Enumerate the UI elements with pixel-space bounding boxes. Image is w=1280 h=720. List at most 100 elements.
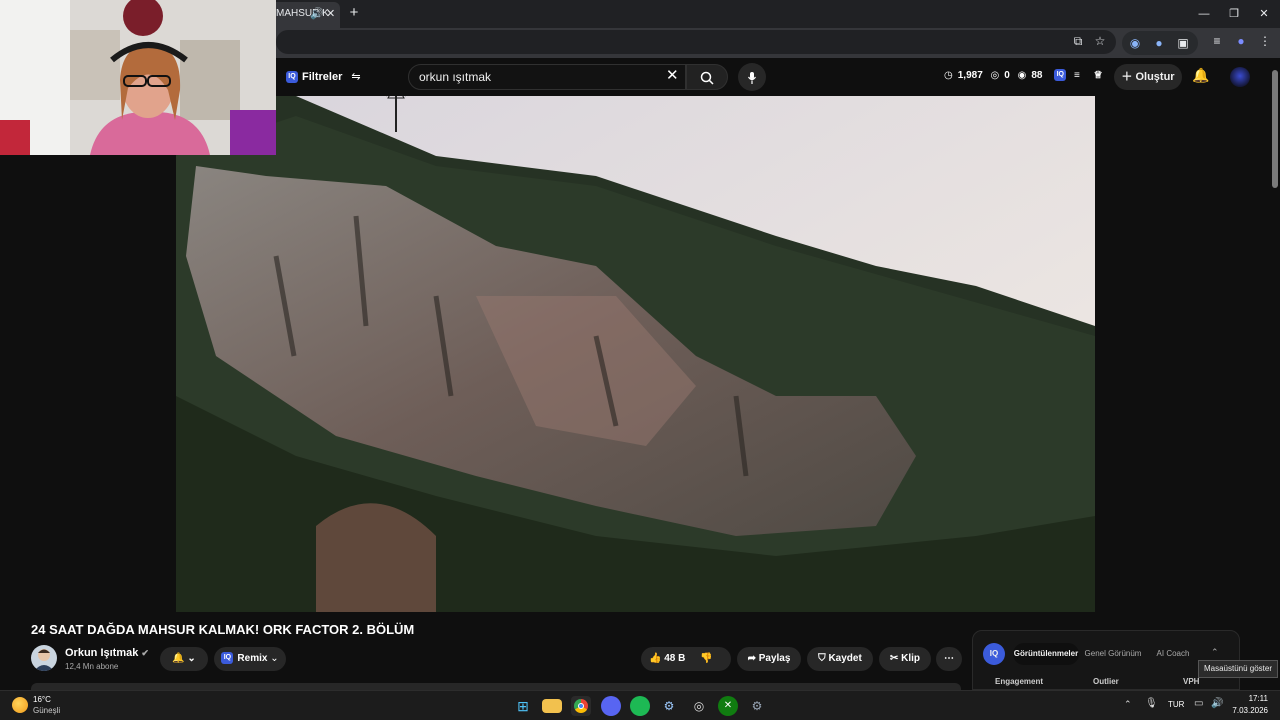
extension-iq-icon[interactable]: ● <box>1150 34 1168 52</box>
trophy-icon[interactable]: ♕ <box>1094 70 1103 81</box>
search-input[interactable]: orkun ışıtmak <box>408 64 686 90</box>
settings-icon[interactable]: ⚙ <box>747 696 767 716</box>
star-icon[interactable]: ☆ <box>1091 32 1109 50</box>
clip-label: Klip <box>901 653 921 664</box>
chrome-taskbar-button[interactable] <box>571 696 591 716</box>
puzzle-icon[interactable]: ▣ <box>1174 34 1192 52</box>
subscribe-bell-button[interactable]: 🔔 ⌄ <box>160 647 208 671</box>
video-player[interactable] <box>176 96 1095 612</box>
share-label: Paylaş <box>758 653 791 664</box>
eye-icon: ◉ <box>1017 69 1027 81</box>
search-button[interactable] <box>686 64 728 90</box>
sliders-icon: ⇋ <box>351 71 361 83</box>
more-actions-button[interactable]: ⋯ <box>936 647 962 671</box>
col-outlier: Outlier <box>1093 677 1119 686</box>
reading-list-icon[interactable]: ≡ <box>1208 32 1226 50</box>
create-label: Oluştur <box>1135 71 1175 83</box>
verified-icon: ✔ <box>141 648 149 658</box>
folder-icon[interactable] <box>542 699 562 713</box>
extension-wave-icon[interactable]: ◉ <box>1126 34 1144 52</box>
dislike-button[interactable]: 👎 <box>700 653 712 664</box>
weather-temp: 16°C <box>33 695 51 704</box>
notifications-bell-icon[interactable]: 🔔 <box>1192 67 1209 84</box>
col-vph: VPH <box>1183 677 1200 686</box>
close-window-button[interactable]: ✕ <box>1252 4 1276 24</box>
save-button[interactable]: ⛉ Kaydet <box>807 647 873 671</box>
clear-search-icon[interactable]: ✕ <box>666 66 679 84</box>
scrollbar-thumb[interactable] <box>1272 70 1278 188</box>
language-indicator[interactable]: TUR <box>1168 700 1184 709</box>
steam-icon[interactable]: ⚙ <box>659 696 679 716</box>
restore-button[interactable]: ❐ <box>1222 4 1246 24</box>
chevron-down-icon: ⌄ <box>270 653 279 664</box>
col-engagement: Engagement <box>995 677 1044 686</box>
new-tab-button[interactable]: + <box>345 4 363 24</box>
share-button[interactable]: ➦ Paylaş <box>737 647 801 671</box>
browser-orb-icon[interactable]: ◎ <box>689 696 709 716</box>
volume-icon[interactable]: 🔊 <box>1211 698 1223 709</box>
clock-time[interactable]: 17:11 <box>1244 694 1268 703</box>
stat-b: 0 <box>1004 69 1010 81</box>
more-icon: ⋯ <box>944 653 954 664</box>
chevron-down-icon: ⌄ <box>187 653 196 664</box>
subscriber-count: 12,4 Mn abone <box>65 662 119 671</box>
address-bar[interactable] <box>276 30 1116 54</box>
like-icon: 👍 <box>649 653 662 664</box>
voice-search-button[interactable] <box>738 63 766 91</box>
clock-icon: ◷ <box>944 69 953 81</box>
iq-stats: ◷ 1,987 ◎ 0 ◉ 88 IQ ≡ ♕ <box>944 69 1108 81</box>
tray-chevron-icon[interactable]: ⌃ <box>1124 699 1132 710</box>
discord-icon[interactable] <box>601 696 621 716</box>
remix-label: Remix <box>237 653 268 664</box>
channel-avatar[interactable] <box>31 645 57 671</box>
search-icon <box>700 72 714 85</box>
stat-a: 1,987 <box>957 69 983 81</box>
filters-label: Filtreler <box>302 71 343 83</box>
bell-icon: 🔔 <box>172 653 185 664</box>
xbox-icon[interactable]: ✕ <box>718 696 738 716</box>
description-box[interactable] <box>31 683 961 690</box>
spotify-icon[interactable] <box>630 696 650 716</box>
sun-icon[interactable] <box>12 697 28 713</box>
menu-dots-icon[interactable]: ⋮ <box>1256 32 1274 50</box>
tab-views[interactable]: Görüntülenmeler <box>1013 643 1079 665</box>
create-button[interactable]: ＋ Oluştur <box>1114 64 1182 90</box>
channel-avatar-image <box>34 649 54 671</box>
clock-date[interactable]: 7.03.2026 <box>1230 706 1268 715</box>
like-button[interactable]: 👍 48 B <box>649 653 685 664</box>
stat-c: 88 <box>1031 69 1043 81</box>
page-scrollbar[interactable] <box>1270 58 1280 690</box>
windows-start-icon[interactable]: ⊞ <box>513 696 533 716</box>
channel-name-text: Orkun Işıtmak <box>65 647 139 659</box>
mic-icon <box>748 71 756 84</box>
minimize-button[interactable]: — <box>1192 4 1216 24</box>
video-frame <box>176 96 1095 612</box>
active-tab[interactable]: MAHSUR K 🔊 ✕ <box>270 2 340 28</box>
webcam-feed <box>0 0 276 155</box>
tab-close-icon[interactable]: ✕ <box>326 2 335 26</box>
channel-name[interactable]: Orkun Işıtmak ✔ <box>65 647 149 659</box>
filters-button[interactable]: IQ Filtreler ⇋ <box>286 68 361 86</box>
list-icon[interactable]: ≡ <box>1074 70 1080 81</box>
tab-overview[interactable]: Genel Görünüm <box>1077 643 1149 665</box>
iq-icon: IQ <box>221 652 234 665</box>
extensions-group: ◉ ● ▣ <box>1122 31 1198 55</box>
chevron-up-icon[interactable]: ⌃ <box>1211 647 1219 658</box>
profile-icon[interactable]: ● <box>1232 32 1250 50</box>
like-dislike-group: 👍 48 B 👎 <box>641 647 731 671</box>
show-desktop-tooltip: Masaüstünü göster <box>1198 660 1278 678</box>
speaker-icon[interactable]: 🔊 <box>310 2 324 26</box>
network-icon[interactable]: ▭ <box>1194 698 1203 709</box>
tab-ai-coach[interactable]: AI Coach <box>1149 643 1197 665</box>
mic-tray-icon[interactable]: 🎙 <box>1145 698 1158 709</box>
clip-button[interactable]: ✂ Klip <box>879 647 931 671</box>
video-title: 24 SAAT DAĞDA MAHSUR KALMAK! ORK FACTOR … <box>31 622 415 637</box>
account-avatar[interactable] <box>1230 67 1250 87</box>
cast-icon[interactable]: ⧉ <box>1069 32 1087 50</box>
iq-icon: IQ <box>286 71 298 84</box>
iq-icon[interactable]: IQ <box>1054 69 1067 81</box>
webcam-overlay <box>0 0 276 155</box>
remix-button[interactable]: IQ Remix ⌄ <box>214 647 286 671</box>
windows-taskbar: 16°C Güneşli ⊞ ⚙ ◎ ✕ ⚙ ⌃ 🎙 TUR ▭ 🔊 17:11… <box>0 690 1280 720</box>
bookmark-icon: ⛉ <box>818 653 826 664</box>
